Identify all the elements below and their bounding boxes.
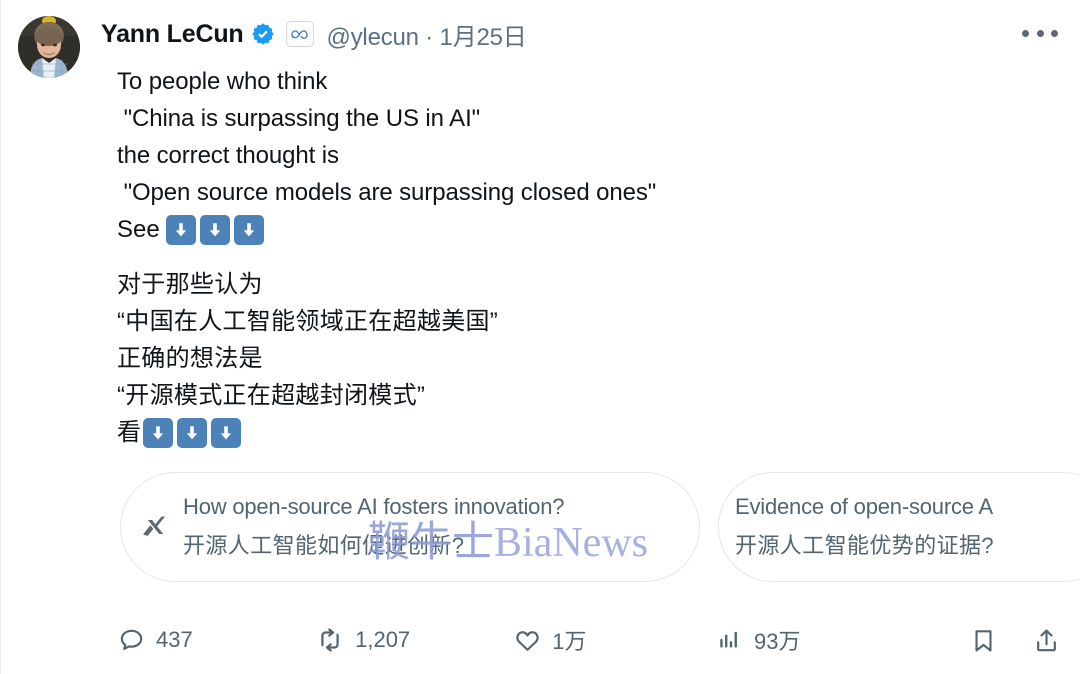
share-icon	[1033, 627, 1060, 654]
down-arrow-emoji	[165, 214, 196, 245]
pill-text-en: How open-source AI fosters innovation?	[183, 494, 565, 519]
pill-text-en: Evidence of open-source A	[735, 494, 993, 519]
tweet-card: Yann LeCun @ylecun · 1月25日 To people who…	[0, 0, 1080, 674]
more-dot	[1051, 29, 1058, 37]
views-button[interactable]: 93万	[717, 624, 934, 656]
heart-icon	[514, 627, 541, 654]
down-arrow-emoji	[199, 214, 230, 245]
see-label-zh: 看	[117, 419, 141, 446]
tweet-line-en: the correct thought is	[117, 142, 339, 169]
like-count: 1万	[552, 629, 587, 654]
tweet-line-en: "China is surpassing the US in AI"	[117, 105, 481, 132]
retweet-icon	[316, 626, 344, 654]
bookmark-icon	[970, 627, 997, 654]
verified-check-icon	[251, 22, 275, 46]
pill-text-zh: 开源人工智能优势的证据?	[735, 533, 995, 558]
author-handle: @ylecun	[326, 23, 419, 51]
grok-suggestion-pill[interactable]: Evidence of open-source A 开源人工智能优势的证据?	[718, 472, 1080, 582]
retweet-count: 1,207	[355, 627, 411, 652]
tweet-line-en: To people who think	[117, 68, 328, 95]
more-options-icon[interactable]	[1022, 22, 1058, 44]
meta-infinity-icon[interactable]	[286, 21, 315, 47]
see-arrows-row-zh: 看	[117, 414, 1057, 451]
author-display-name[interactable]: Yann LeCun	[101, 20, 244, 49]
down-arrow-emoji	[177, 417, 207, 448]
reply-button[interactable]: 437	[118, 627, 316, 654]
tweet-body: To people who think "China is surpassing…	[117, 63, 1057, 451]
xai-grok-icon	[137, 508, 175, 546]
avatar[interactable]	[18, 16, 80, 78]
action-bar: 437 1,207 1万 93万	[118, 615, 1060, 665]
share-button[interactable]	[1033, 627, 1060, 654]
grok-suggestions: How open-source AI fosters innovation? 开…	[120, 472, 1080, 582]
down-arrow-emoji	[233, 214, 264, 245]
tweet-line-en: "Open source models are surpassing close…	[117, 179, 657, 206]
author-handle-and-date[interactable]: @ylecun · 1月25日	[326, 17, 526, 52]
post-date: 1月25日	[439, 23, 527, 51]
like-button[interactable]: 1万	[514, 624, 717, 656]
views-count: 93万	[754, 629, 801, 654]
down-arrow-emoji	[211, 417, 241, 448]
more-dot	[1036, 29, 1044, 37]
pill-text-group: How open-source AI fosters innovation? 开…	[183, 494, 564, 560]
see-label: See	[117, 216, 160, 243]
author-name-line: Yann LeCun @ylecun · 1月25日	[101, 14, 1062, 54]
author-info: Yann LeCun @ylecun · 1月25日	[80, 14, 1062, 54]
grok-suggestion-pill[interactable]: How open-source AI fosters innovation? 开…	[120, 472, 700, 582]
reply-icon	[118, 627, 145, 654]
tweet-line-zh: 正确的想法是	[117, 345, 263, 372]
pill-text-zh: 开源人工智能如何促进创新?	[183, 533, 465, 558]
see-arrows-row-en: See	[117, 211, 1057, 248]
down-arrow-emoji	[143, 417, 173, 448]
retweet-button[interactable]: 1,207	[316, 626, 514, 654]
handle-date-separator: ·	[425, 23, 434, 51]
bookmark-button[interactable]	[970, 627, 997, 654]
views-chart-icon	[717, 627, 743, 653]
more-dot	[1022, 29, 1029, 37]
tweet-line-zh: 对于那些认为	[117, 271, 263, 298]
tweet-line-zh: “中国在人工智能领域正在超越美国”	[117, 308, 499, 335]
reply-count: 437	[156, 627, 193, 652]
tweet-line-zh: “开源模式正在超越封闭模式”	[117, 382, 426, 409]
pill-text-group: Evidence of open-source A 开源人工智能优势的证据?	[735, 494, 994, 560]
